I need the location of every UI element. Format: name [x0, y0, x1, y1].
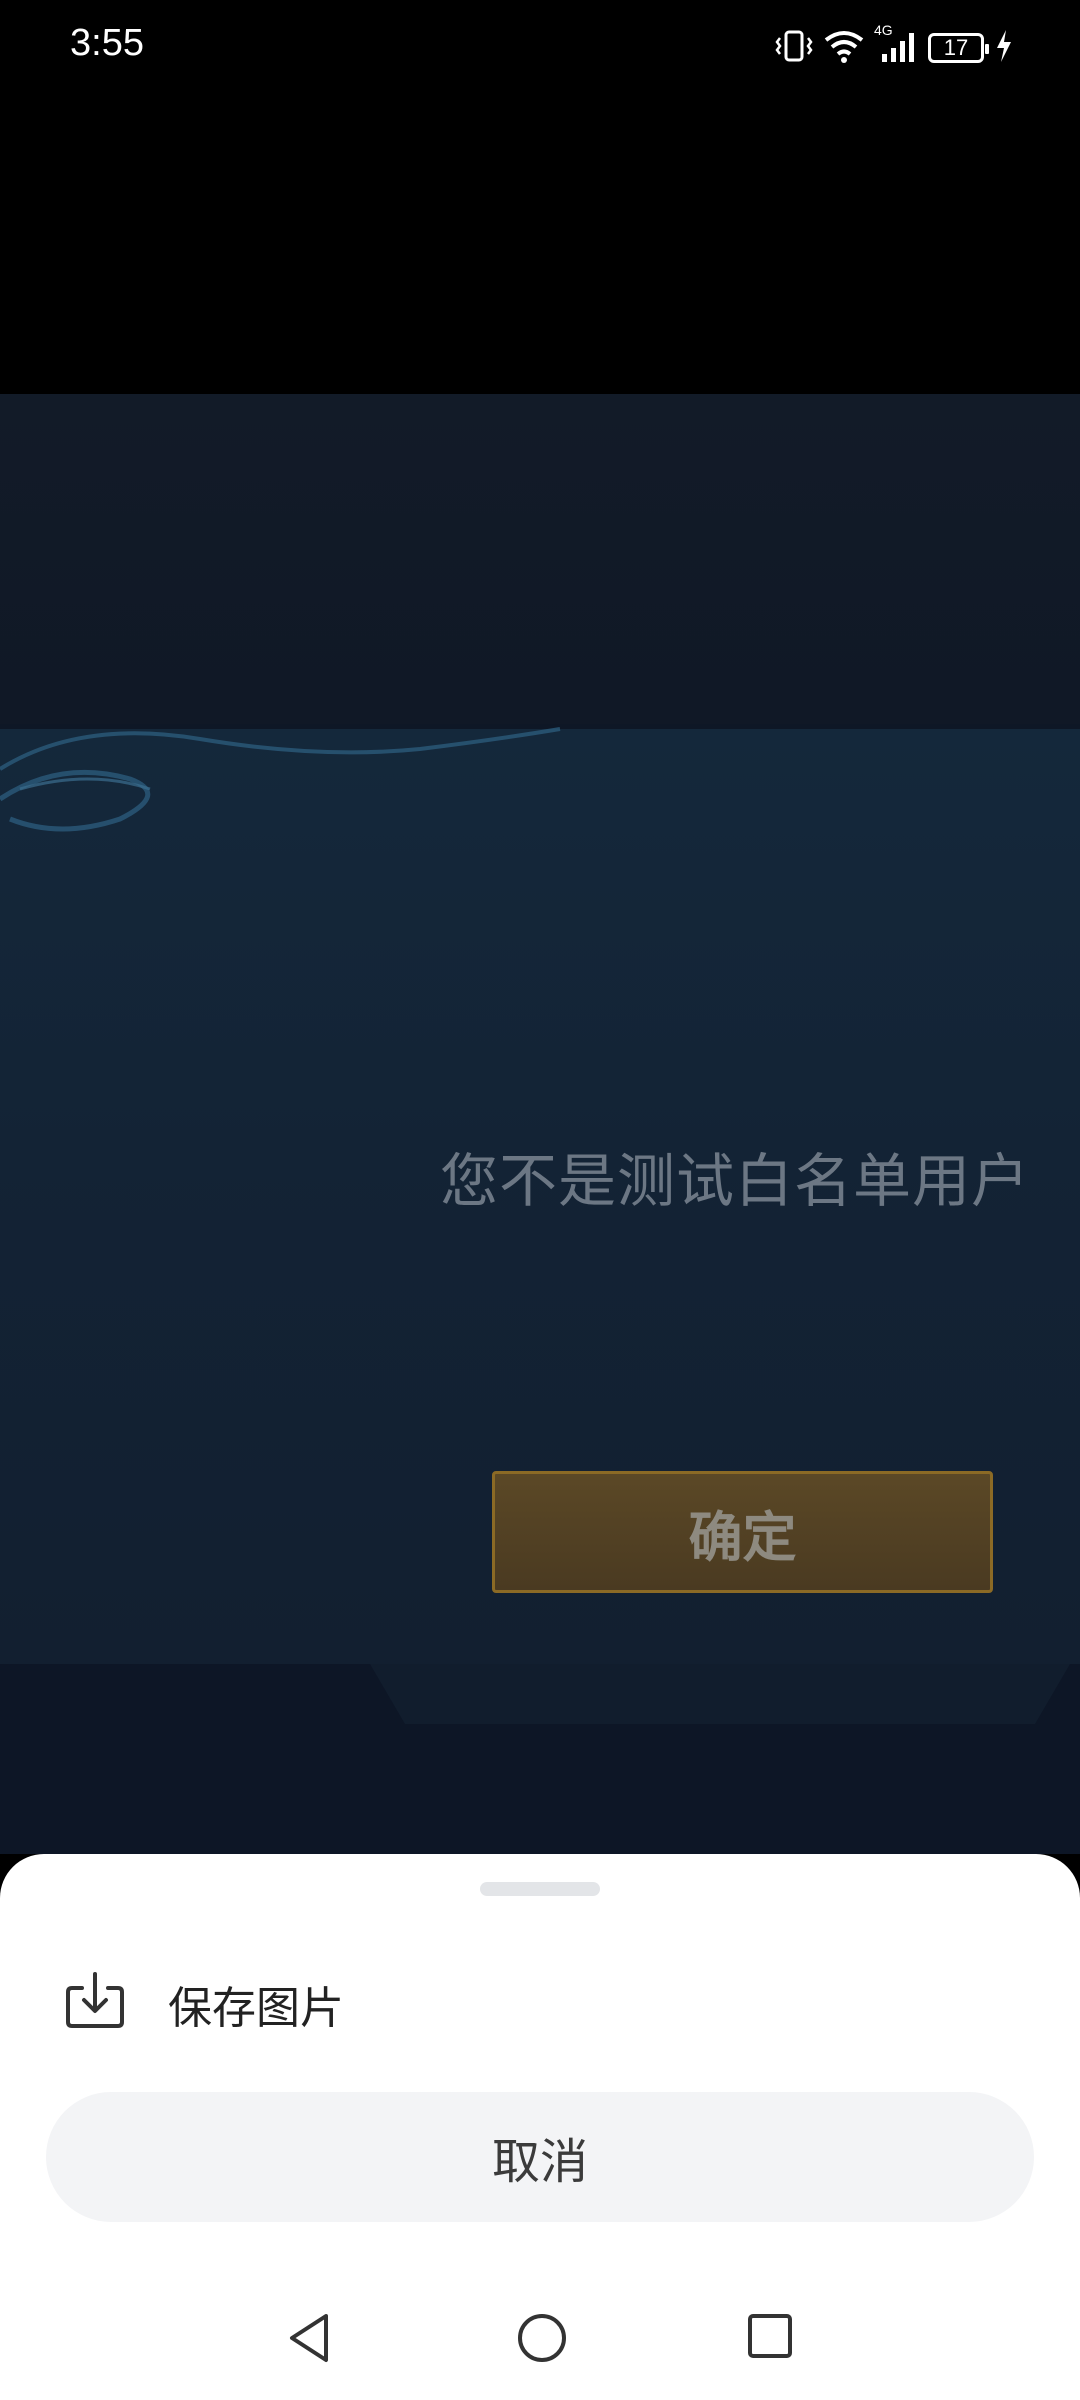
- image-background-top: [0, 394, 1080, 724]
- cancel-button[interactable]: 取消: [46, 2092, 1034, 2222]
- image-bottom-tab: [370, 1664, 1070, 1724]
- status-time: 3:55: [70, 22, 144, 64]
- battery-level: 17: [943, 35, 969, 60]
- vibrate-icon: [774, 28, 814, 68]
- charging-icon: [994, 28, 1014, 68]
- navigation-bar: [0, 2270, 1080, 2400]
- save-image-option[interactable]: 保存图片: [0, 1944, 1080, 2064]
- save-image-label: 保存图片: [168, 1983, 344, 2034]
- network-type-label: 4G: [874, 22, 893, 38]
- decorative-swirl: [0, 727, 561, 832]
- battery-icon: 17: [928, 33, 989, 63]
- back-icon[interactable]: [282, 2310, 338, 2366]
- wifi-icon: [824, 28, 864, 68]
- signal-icon: 4G: [874, 22, 918, 68]
- status-icons: 4G 17: [774, 22, 1014, 70]
- recents-icon[interactable]: [744, 2310, 796, 2362]
- download-icon: [62, 1966, 128, 2032]
- status-bar: 3:55 4G 17: [0, 0, 1080, 96]
- dialog-message: 您不是测试白名单用户: [440, 1147, 1031, 1215]
- confirm-button: 确定: [492, 1471, 993, 1593]
- image-preview[interactable]: 您不是测试白名单用户 确定: [0, 394, 1080, 1854]
- sheet-drag-handle[interactable]: [480, 1882, 600, 1896]
- home-icon[interactable]: [514, 2310, 570, 2366]
